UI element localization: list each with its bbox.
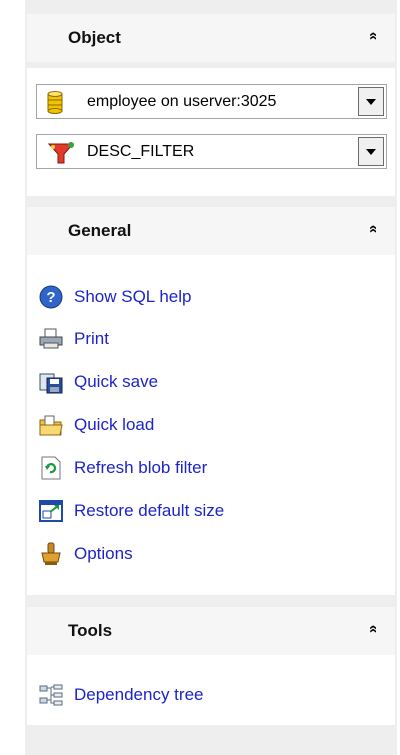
- show-sql-help-label: Show SQL help: [74, 287, 192, 306]
- quick-load-link[interactable]: Quick load: [38, 411, 154, 439]
- quick-save-label: Quick save: [74, 372, 159, 391]
- database-combo-value: employee on userver:3025: [87, 93, 277, 110]
- print-label: Print: [74, 329, 109, 348]
- general-section-header[interactable]: General »: [27, 207, 395, 255]
- help-icon: ?: [38, 284, 64, 310]
- refresh-blob-filter-label: Refresh blob filter: [74, 458, 208, 477]
- database-combo[interactable]: employee on userver:3025: [36, 84, 387, 119]
- quick-load-label: Quick load: [74, 415, 155, 434]
- refresh-blob-filter-link[interactable]: Refresh blob filter: [38, 454, 207, 482]
- quick-save-link[interactable]: Quick save: [38, 368, 158, 396]
- show-sql-help-link[interactable]: ? Show SQL help: [38, 283, 192, 311]
- filter-combo-value: DESC_FILTER: [87, 143, 195, 160]
- collapse-icon[interactable]: »: [364, 32, 382, 40]
- options-label: Options: [74, 544, 133, 563]
- refresh-icon: [38, 455, 64, 481]
- restore-size-icon: [38, 498, 64, 524]
- restore-default-size-link[interactable]: Restore default size: [38, 497, 224, 525]
- object-section-title: Object: [68, 28, 121, 47]
- options-icon: [38, 541, 64, 567]
- collapse-icon[interactable]: »: [364, 625, 382, 633]
- filter-combo-dropdown-button[interactable]: [358, 137, 384, 166]
- dependency-tree-link[interactable]: Dependency tree: [38, 681, 203, 709]
- print-link[interactable]: Print: [38, 325, 109, 353]
- load-icon: [38, 412, 64, 438]
- restore-default-size-label: Restore default size: [74, 501, 225, 520]
- tools-section-title: Tools: [68, 621, 113, 640]
- object-section-header[interactable]: Object »: [27, 14, 395, 62]
- database-combo-dropdown-button[interactable]: [358, 87, 384, 116]
- collapse-icon[interactable]: »: [364, 225, 382, 233]
- svg-text:?: ?: [46, 289, 55, 306]
- tools-section-header[interactable]: Tools »: [27, 607, 395, 655]
- filter-combo[interactable]: DESC_FILTER: [36, 134, 387, 169]
- dependency-tree-icon: [38, 682, 64, 708]
- printer-icon: [38, 326, 64, 352]
- database-icon: [47, 91, 63, 119]
- save-icon: [38, 369, 64, 395]
- general-section-title: General: [68, 221, 132, 240]
- filter-icon: [47, 141, 77, 170]
- options-link[interactable]: Options: [38, 540, 133, 568]
- dependency-tree-label: Dependency tree: [74, 685, 204, 704]
